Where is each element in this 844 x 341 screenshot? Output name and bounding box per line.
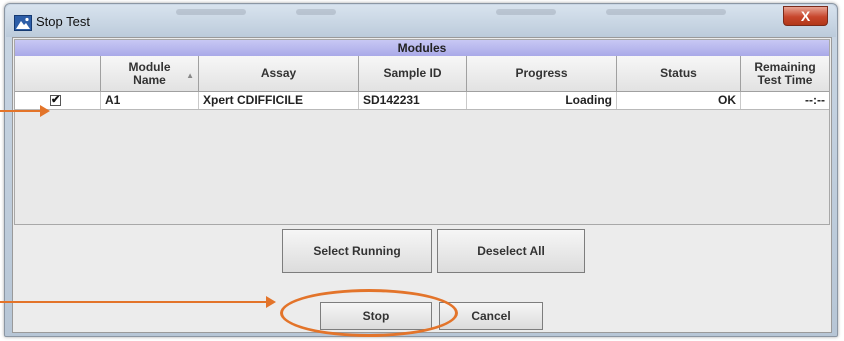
column-header-label: Remaining Test Time: [754, 59, 816, 87]
column-header-select[interactable]: [15, 56, 101, 92]
checkmark-icon: ✔: [51, 94, 61, 106]
column-header-label: Assay: [260, 66, 297, 80]
deselect-all-label: Deselect All: [477, 243, 545, 258]
annotation-arrowhead-row: [40, 105, 50, 117]
close-button[interactable]: X: [783, 6, 828, 26]
column-header-assay[interactable]: Assay: [199, 56, 359, 92]
select-running-button[interactable]: Select Running: [282, 229, 432, 273]
column-header-progress[interactable]: Progress: [467, 56, 617, 92]
row-checkbox[interactable]: ✔: [50, 94, 61, 106]
window-title: Stop Test: [36, 14, 90, 29]
column-header-label: Module Name: [128, 59, 171, 87]
app-icon: [14, 15, 32, 31]
blurred-background: [606, 9, 726, 15]
sample-id-cell: SD142231: [359, 92, 467, 109]
column-header-module-name[interactable]: Module Name ▲: [101, 56, 199, 92]
sort-icon: ▲: [186, 71, 194, 80]
annotation-arrow-stop: [0, 301, 268, 303]
module-name-cell: A1: [101, 92, 199, 109]
annotation-arrowhead-stop: [266, 296, 276, 308]
column-header-sample-id[interactable]: Sample ID: [359, 56, 467, 92]
select-running-label: Select Running: [313, 243, 401, 258]
modules-section-title: Modules: [15, 40, 829, 57]
table-row[interactable]: ✔ A1 Xpert CDIFFICILE SD142231 Loading O…: [15, 92, 829, 110]
cancel-label: Cancel: [471, 308, 511, 323]
close-icon: X: [800, 8, 811, 24]
modules-table: Modules Module Name ▲ Assay Sample ID Pr…: [14, 39, 830, 225]
remaining-time-cell: --:--: [805, 93, 825, 107]
column-header-label: Status: [660, 66, 697, 80]
stop-test-dialog: Stop Test X Modules Module Name ▲ Assay …: [4, 3, 838, 337]
progress-cell: Loading: [467, 92, 617, 109]
column-header-status[interactable]: Status: [617, 56, 741, 92]
blurred-background: [496, 9, 556, 15]
column-header-remaining-test-time[interactable]: Remaining Test Time: [741, 56, 829, 92]
assay-cell: Xpert CDIFFICILE: [199, 92, 359, 109]
annotation-arrow-row: [0, 110, 42, 112]
deselect-all-button[interactable]: Deselect All: [437, 229, 585, 273]
dialog-body: Modules Module Name ▲ Assay Sample ID Pr…: [12, 37, 832, 333]
status-cell: OK: [617, 92, 741, 109]
column-header-label: Progress: [515, 66, 568, 80]
select-cell[interactable]: ✔: [15, 92, 101, 109]
annotation-highlight-oval: [280, 289, 458, 337]
column-header-label: Sample ID: [383, 66, 442, 80]
title-bar[interactable]: Stop Test X: [6, 5, 836, 37]
blurred-background: [296, 9, 336, 15]
blurred-background: [176, 9, 246, 15]
